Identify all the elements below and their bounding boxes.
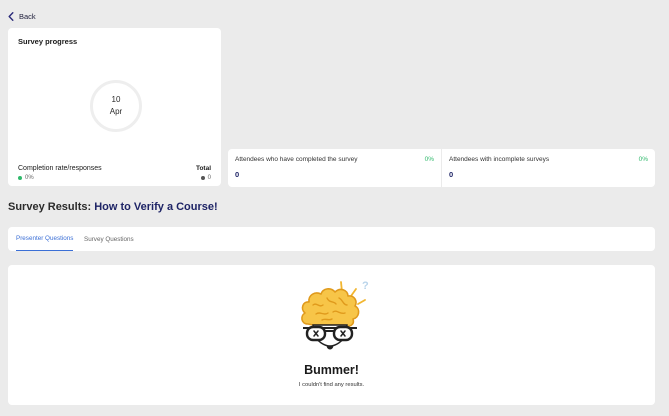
empty-state-message: I couldn't find any results. <box>298 382 365 388</box>
total-label: Total <box>195 165 211 172</box>
survey-progress-card: Survey progress 10 Apr Completion rate/r… <box>8 28 221 186</box>
stat-count: 0 <box>235 170 240 179</box>
stat-percent: 0% <box>424 156 434 163</box>
completion-rate-value-row: 0% <box>18 175 34 181</box>
back-link[interactable]: Back <box>8 9 36 23</box>
heading-prefix: Survey Results: <box>8 201 95 213</box>
completed-attendees-stat: Attendees who have completed the survey … <box>228 149 441 187</box>
tab-survey-questions[interactable]: Survey Questions <box>84 227 134 251</box>
results-card: ? Bummer! I couldn't find any results. <box>8 265 655 405</box>
total-value-row: 0 <box>200 175 211 181</box>
progress-ring: 10 Apr <box>90 80 142 132</box>
total-dot-icon <box>200 176 205 180</box>
incomplete-attendees-stat: Attendees with incomplete surveys 0% 0 <box>441 149 655 187</box>
stat-count: 0 <box>449 170 454 179</box>
completion-rate-label: Completion rate/responses <box>18 165 102 172</box>
empty-state-title: Bummer! <box>304 363 359 377</box>
survey-progress-title: Survey progress <box>18 37 78 46</box>
survey-results-heading: Survey Results: How to Verify a Course! <box>8 201 218 213</box>
completion-dot-icon <box>18 176 22 180</box>
stat-percent: 0% <box>638 156 648 163</box>
stat-label: Attendees with incomplete surveys <box>449 156 550 163</box>
completion-rate-value: 0% <box>25 175 34 181</box>
course-name: How to Verify a Course! <box>94 201 218 213</box>
chevron-left-icon <box>8 11 14 21</box>
question-tabs: Presenter Questions Survey Questions <box>8 227 655 251</box>
total-value: 0 <box>207 175 211 181</box>
date-month: Apr <box>109 107 123 116</box>
date-day: 10 <box>111 95 121 104</box>
confused-brain-icon: ? <box>301 280 369 350</box>
stat-label: Attendees who have completed the survey <box>235 156 358 163</box>
back-label: Back <box>19 11 36 21</box>
tab-presenter-questions[interactable]: Presenter Questions <box>16 227 74 251</box>
attendee-stats-card: Attendees who have completed the survey … <box>228 149 655 187</box>
svg-text:?: ? <box>362 280 369 292</box>
